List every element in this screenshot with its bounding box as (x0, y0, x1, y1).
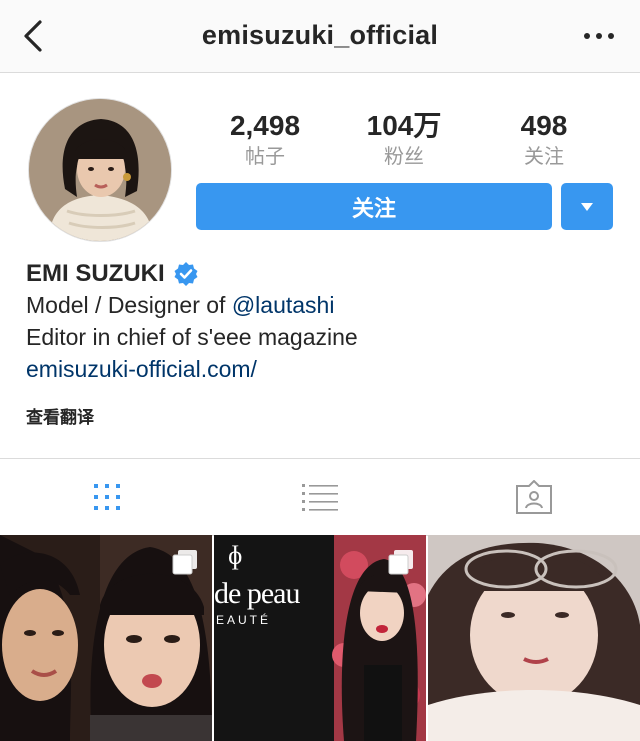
tab-list[interactable] (213, 459, 426, 535)
avatar[interactable] (28, 98, 172, 242)
stat-following-value: 498 (520, 110, 568, 141)
profile-name-row: EMI SUZUKI (26, 260, 199, 288)
see-translation-link[interactable]: 查看翻译 (26, 403, 94, 428)
website-link[interactable]: emisuzuki-official.com/ (26, 356, 257, 383)
page-title: emisuzuki_official (201, 20, 439, 50)
follow-button[interactable]: 关注 (196, 183, 552, 230)
stat-following-label: 关注 (524, 146, 564, 168)
bio-text: Model / Designer of (26, 292, 232, 318)
stat-posts[interactable]: 2,498 帖子 (195, 110, 335, 170)
caret-down-icon (581, 202, 593, 211)
bio-line-1: Model / Designer of @lautashi (26, 292, 334, 319)
bio-mention-link[interactable]: @lautashi (232, 292, 335, 318)
multiple-photos-icon (388, 550, 413, 575)
more-dots-icon[interactable] (584, 24, 614, 48)
stat-followers-value: 104万 (366, 110, 442, 141)
bio-line-2: Editor in chief of s'eee magazine (26, 324, 358, 350)
tab-grid[interactable] (0, 459, 213, 535)
stat-following[interactable]: 498 关注 (474, 110, 614, 170)
profile-tabs (0, 458, 640, 536)
stat-followers-label: 粉丝 (384, 146, 424, 168)
suggestions-dropdown-button[interactable] (561, 183, 613, 230)
top-bar: emisuzuki_official (0, 0, 640, 73)
stat-posts-label: 帖子 (245, 146, 285, 168)
verified-badge-icon (174, 262, 198, 286)
stat-posts-value: 2,498 (229, 110, 301, 141)
posts-grid: ɸ de peau EAUTÉ (0, 535, 640, 741)
list-icon (301, 484, 338, 511)
tagged-icon (515, 480, 552, 514)
brand-mark: ɸ (228, 541, 243, 570)
post-caption: de peau (214, 577, 300, 610)
multiple-photos-icon (172, 550, 197, 575)
post-thumbnail[interactable] (0, 535, 212, 741)
stat-followers[interactable]: 104万 粉丝 (334, 110, 474, 170)
post-thumbnail[interactable] (428, 535, 640, 741)
post-caption-sub: EAUTÉ (216, 613, 272, 627)
profile-name: EMI SUZUKI (26, 260, 165, 287)
grid-icon (93, 484, 120, 510)
tab-tagged[interactable] (427, 459, 640, 535)
post-thumbnail[interactable]: ɸ de peau EAUTÉ (214, 535, 426, 741)
